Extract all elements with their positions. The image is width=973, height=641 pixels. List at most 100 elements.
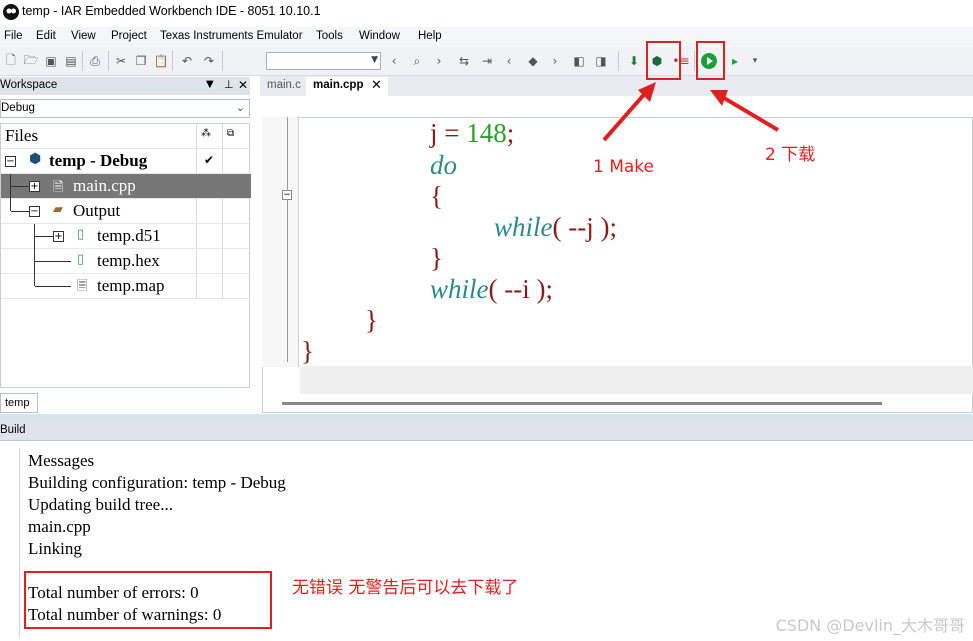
build-message: Building configuration: temp - Debug bbox=[28, 473, 286, 492]
fold-icon[interactable]: − bbox=[282, 190, 292, 200]
cut-icon[interactable]: ✂ bbox=[112, 52, 130, 70]
build-messages-header: Messages bbox=[28, 451, 95, 470]
workspace-tab[interactable]: temp bbox=[0, 393, 38, 413]
build-header: Build bbox=[0, 422, 973, 440]
tree-row-output[interactable]: − ▰ Output bbox=[1, 199, 251, 224]
annotation-download: 2 下载 bbox=[765, 145, 816, 165]
file-icon: ▯ bbox=[77, 227, 85, 242]
paste-icon[interactable]: 📋 bbox=[152, 52, 170, 70]
files-column-label: Files bbox=[5, 126, 39, 145]
build-message: main.cpp bbox=[28, 517, 91, 536]
dropdown-icon[interactable]: ▼ bbox=[206, 79, 214, 90]
tree-row-main-cpp[interactable]: + 🗎 main.cpp bbox=[1, 174, 251, 199]
copy-icon[interactable]: ❐ bbox=[132, 52, 150, 70]
build-message: Updating build tree... bbox=[28, 495, 173, 514]
result-highlight bbox=[24, 571, 272, 629]
menu-window[interactable]: Window bbox=[359, 30, 400, 42]
title-bar: temp - IAR Embedded Workbench IDE - 8051… bbox=[0, 0, 973, 26]
menu-project[interactable]: Project bbox=[111, 30, 147, 42]
code-line: { bbox=[430, 181, 443, 211]
chevron-down-icon: ⌄ bbox=[235, 101, 245, 114]
code-line: } bbox=[430, 243, 443, 273]
app-icon bbox=[3, 4, 19, 20]
project-icon: ⬢ bbox=[29, 151, 42, 167]
options-column-icon: ⧉ bbox=[227, 128, 235, 139]
file-tree: Files ⁂ ⧉ − ⬢ temp - Debug ✔ + 🗎 main.cp… bbox=[0, 123, 251, 388]
file-label: temp.map bbox=[97, 276, 165, 295]
new-file-icon[interactable]: 🗋 bbox=[2, 52, 20, 70]
configuration-select[interactable]: Debug ⌄ bbox=[0, 99, 250, 118]
collapse-icon[interactable]: − bbox=[29, 206, 40, 217]
text-file-icon: 🗏 bbox=[77, 279, 88, 294]
compile-icon[interactable]: ⬇ bbox=[625, 52, 643, 70]
file-label: temp.hex bbox=[97, 251, 160, 270]
build-message: Linking bbox=[28, 539, 82, 558]
annotation-note: 无错误 无警告后可以去下载了 bbox=[292, 578, 519, 598]
code-line: } bbox=[365, 305, 378, 335]
file-icon: ▯ bbox=[77, 252, 85, 267]
open-file-icon[interactable]: 🗁 bbox=[22, 52, 40, 70]
close-icon[interactable]: ✕ bbox=[238, 78, 248, 92]
code-line: while( --i ); bbox=[430, 274, 553, 304]
pin-icon[interactable]: ⊥ bbox=[224, 78, 234, 91]
chevron-left-icon[interactable]: ‹ bbox=[385, 52, 403, 70]
menu-view[interactable]: View bbox=[71, 30, 96, 42]
tree-row-project[interactable]: − ⬢ temp - Debug ✔ bbox=[1, 149, 251, 174]
tree-header: Files ⁂ ⧉ bbox=[1, 124, 251, 149]
menu-file[interactable]: File bbox=[4, 30, 23, 42]
tab-main-c[interactable]: main.c bbox=[267, 79, 301, 91]
file-label: temp.d51 bbox=[97, 226, 161, 245]
cpp-file-icon: 🗎 bbox=[53, 180, 64, 195]
tree-row-temp-d51[interactable]: + ▯ temp.d51 bbox=[1, 224, 251, 249]
debug-without-download-icon[interactable]: ▸ bbox=[726, 52, 744, 70]
annotation-arrows bbox=[602, 82, 780, 142]
find-icon[interactable]: ⌕ bbox=[408, 52, 426, 70]
file-label: main.cpp bbox=[73, 176, 136, 195]
workspace-title: Workspace bbox=[0, 79, 58, 91]
tab-main-cpp[interactable]: main.cpp bbox=[313, 79, 363, 91]
save-icon[interactable]: ▣ bbox=[42, 52, 60, 70]
prev-page-icon[interactable]: ◧ bbox=[570, 52, 588, 70]
checkmark-icon: ✔ bbox=[204, 153, 215, 167]
next-page-icon[interactable]: ◨ bbox=[592, 52, 610, 70]
annotation-make: 1 Make bbox=[593, 157, 655, 177]
bookmark-icon[interactable]: ◆ bbox=[524, 52, 542, 70]
collapse-icon[interactable]: − bbox=[5, 156, 16, 167]
menu-tools[interactable]: Tools bbox=[316, 30, 343, 42]
workspace-tab-label: temp bbox=[5, 397, 30, 409]
replace-icon[interactable]: ⇆ bbox=[455, 52, 473, 70]
build-title: Build bbox=[0, 424, 26, 436]
watermark: CSDN @Devlin_大木哥哥 bbox=[775, 616, 965, 635]
editor-gutter bbox=[262, 117, 298, 367]
chevron-right-icon[interactable]: › bbox=[430, 52, 448, 70]
menu-edit[interactable]: Edit bbox=[36, 30, 56, 42]
window-title: temp - IAR Embedded Workbench IDE - 8051… bbox=[22, 4, 321, 18]
chevron-down-icon: ▼ bbox=[371, 55, 378, 65]
tree-row-temp-map[interactable]: 🗏 temp.map bbox=[1, 274, 251, 299]
menu-help[interactable]: Help bbox=[418, 30, 442, 42]
folder-label: Output bbox=[73, 201, 121, 220]
menu-ti-emulator[interactable]: Texas Instruments Emulator bbox=[160, 30, 303, 42]
workspace-header: Workspace ▼ ⊥ ✕ bbox=[0, 77, 250, 95]
save-all-icon[interactable]: ▤ bbox=[62, 52, 80, 70]
download-highlight bbox=[696, 41, 725, 80]
next-bookmark-icon[interactable]: › bbox=[546, 52, 564, 70]
code-line: do bbox=[430, 150, 457, 180]
project-label: temp - Debug bbox=[49, 151, 148, 170]
tree-row-temp-hex[interactable]: ▯ temp.hex bbox=[1, 249, 251, 274]
close-tab-icon[interactable]: ✕ bbox=[371, 78, 382, 93]
horizontal-scrollbar[interactable] bbox=[282, 402, 882, 405]
toolbar-overflow-icon[interactable]: ▾ bbox=[746, 52, 764, 70]
find-combo[interactable]: ▼ bbox=[266, 52, 381, 70]
expand-icon[interactable]: + bbox=[29, 181, 40, 192]
redo-icon[interactable]: ↷ bbox=[200, 52, 218, 70]
code-line: } bbox=[301, 336, 314, 366]
print-icon[interactable]: ⎙ bbox=[86, 52, 104, 70]
make-highlight bbox=[646, 41, 681, 80]
goto-icon[interactable]: ⇥ bbox=[478, 52, 496, 70]
prev-bookmark-icon[interactable]: ‹ bbox=[500, 52, 518, 70]
code-line: while( --j ); bbox=[494, 212, 617, 242]
expand-icon[interactable]: + bbox=[53, 231, 64, 242]
folder-icon: ▰ bbox=[53, 202, 63, 217]
undo-icon[interactable]: ↶ bbox=[178, 52, 196, 70]
